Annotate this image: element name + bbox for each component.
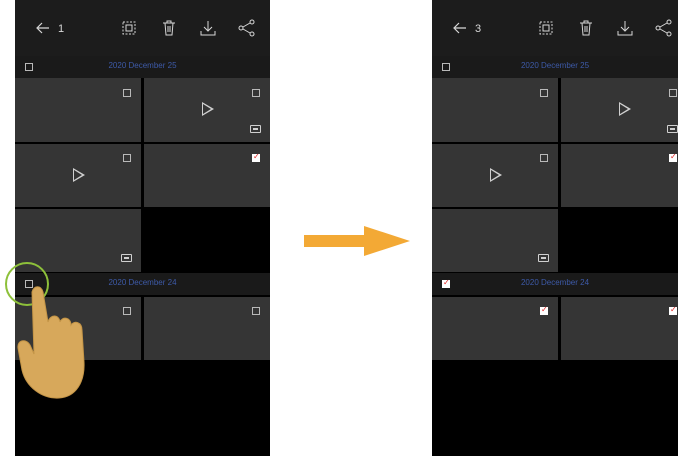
tile-checkbox[interactable]	[540, 89, 548, 97]
section-date: 2020 December 25	[520, 61, 590, 70]
screen-badge-icon	[538, 254, 549, 262]
photo-tile[interactable]	[432, 78, 558, 142]
tile-checkbox-checked[interactable]	[252, 152, 260, 162]
video-tile[interactable]	[432, 144, 558, 207]
share-icon[interactable]	[237, 18, 257, 38]
share-icon[interactable]	[654, 18, 674, 38]
back-arrow-icon[interactable]	[452, 20, 468, 36]
photo-tile[interactable]	[561, 144, 678, 207]
tile-checkbox[interactable]	[669, 89, 677, 97]
play-icon	[619, 102, 631, 116]
transition-arrow-icon	[304, 226, 410, 256]
pointing-hand-icon	[17, 286, 85, 399]
selection-toolbar: 1	[15, 0, 270, 60]
photo-tile[interactable]	[144, 144, 270, 207]
select-all-icon[interactable]	[536, 18, 556, 38]
video-tile[interactable]	[144, 78, 270, 142]
tile-checkbox[interactable]	[252, 89, 260, 97]
play-icon	[490, 168, 502, 182]
film-badge-icon	[250, 125, 261, 133]
phone-screen-after: 3 2020 December 25 2020 Decem	[432, 0, 678, 456]
video-tile[interactable]	[15, 144, 141, 207]
film-badge-icon	[667, 125, 678, 133]
play-icon	[73, 168, 85, 182]
photo-tile[interactable]	[432, 209, 558, 272]
play-icon	[202, 102, 214, 116]
date-section-header: 2020 December 25	[432, 56, 678, 78]
download-icon[interactable]	[198, 18, 218, 38]
select-all-icon[interactable]	[119, 18, 139, 38]
tile-checkbox[interactable]	[540, 154, 548, 162]
date-section-header: 2020 December 24	[432, 273, 678, 295]
tile-checkbox[interactable]	[123, 307, 131, 315]
tile-checkbox-checked[interactable]	[669, 305, 677, 315]
date-section-header: 2020 December 25	[15, 56, 270, 78]
photo-tile[interactable]	[432, 297, 558, 360]
delete-icon[interactable]	[576, 18, 596, 38]
photo-tile[interactable]	[144, 297, 270, 360]
screen-badge-icon	[121, 254, 132, 262]
tile-checkbox[interactable]	[123, 89, 131, 97]
tile-checkbox[interactable]	[252, 307, 260, 315]
photo-tile[interactable]	[561, 297, 678, 360]
selected-count: 3	[475, 23, 482, 35]
tile-checkbox-checked[interactable]	[540, 305, 548, 315]
back-arrow-icon[interactable]	[35, 20, 51, 36]
section-date: 2020 December 24	[520, 278, 590, 287]
section-date: 2020 December 25	[108, 61, 177, 70]
download-icon[interactable]	[615, 18, 635, 38]
photo-tile[interactable]	[15, 78, 141, 142]
video-tile[interactable]	[561, 78, 678, 142]
tile-checkbox-checked[interactable]	[669, 152, 677, 162]
selection-toolbar: 3	[432, 0, 678, 60]
selected-count: 1	[58, 23, 65, 35]
delete-icon[interactable]	[159, 18, 179, 38]
tile-checkbox[interactable]	[123, 154, 131, 162]
